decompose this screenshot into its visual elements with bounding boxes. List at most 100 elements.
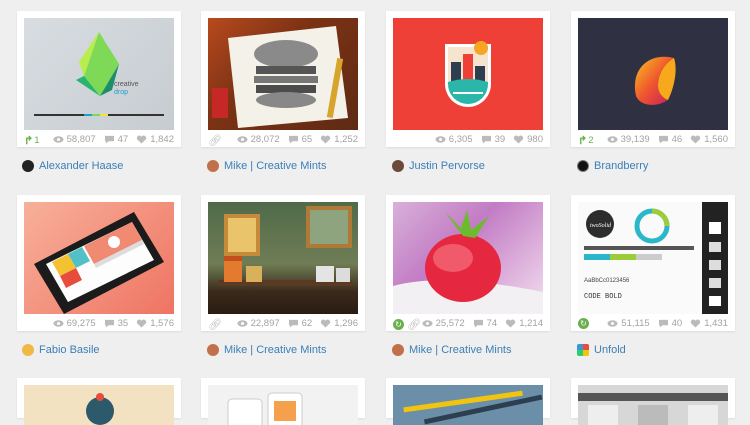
avatar [207, 160, 219, 172]
brand-logo-artwork [634, 56, 676, 105]
author-name[interactable]: Brandberry [594, 160, 648, 172]
shot-stats: 69,275 35 1,576 [24, 317, 174, 331]
author-name[interactable]: Fabio Basile [39, 344, 100, 356]
shot-card[interactable]: ↱ 2 39,139 46 1,560 [571, 11, 735, 147]
rebound-icon[interactable]: ↻ [393, 319, 404, 330]
eye-icon [422, 320, 433, 327]
heart-icon[interactable] [320, 319, 331, 328]
comments-count: 74 [486, 318, 498, 329]
views-count: 28,072 [250, 134, 280, 145]
shot-author[interactable]: Mike | Creative Mints [392, 344, 512, 356]
comment-icon [481, 135, 491, 144]
shot-thumbnail[interactable] [208, 385, 358, 425]
shot-card[interactable]: twoSolid AaBbCc0123456 CODE BOLD ↻ 51,11… [571, 195, 735, 331]
shot-thumbnail[interactable] [24, 385, 174, 425]
shot-card[interactable]: creative drop ↱ 1 58,807 47 1,842 [17, 11, 181, 147]
link-icon[interactable]: 🔗︎ [208, 318, 222, 331]
shot-thumbnail[interactable]: creative drop [24, 18, 174, 130]
rebound-icon: ↱ [24, 135, 34, 147]
city-badge-artwork [445, 41, 491, 107]
rebound-icon[interactable]: ↻ [578, 318, 589, 329]
shot-author[interactable]: Mike | Creative Mints [207, 344, 327, 356]
shot-author[interactable]: Mike | Creative Mints [207, 160, 327, 172]
comments-count: 47 [117, 134, 129, 145]
shot-stats: ↻ 51,115 40 1,431 [578, 317, 728, 331]
shot-card[interactable]: 69,275 35 1,576 [17, 195, 181, 331]
shot-author[interactable]: Brandberry [577, 160, 648, 172]
eye-icon [237, 136, 248, 143]
comment-icon [473, 319, 483, 328]
avatar [392, 160, 404, 172]
raspberry-artwork [393, 210, 543, 314]
interior-artwork [578, 393, 728, 425]
eye-icon [237, 320, 248, 327]
shot-thumbnail[interactable] [208, 18, 358, 130]
shot-author[interactable]: Unfold [577, 344, 626, 356]
shot-card[interactable] [571, 378, 735, 425]
comments-count: 40 [671, 318, 683, 329]
shot-card[interactable] [17, 378, 181, 425]
shot-thumbnail[interactable] [393, 18, 543, 130]
views-count: 25,572 [435, 318, 465, 329]
heart-icon[interactable] [505, 319, 516, 328]
author-name[interactable]: Mike | Creative Mints [224, 160, 327, 172]
heart-icon[interactable] [136, 319, 147, 328]
eye-icon [607, 136, 618, 143]
shot-card[interactable]: ↻ 🔗︎ 25,572 74 1,214 [386, 195, 550, 331]
likes-count: 1,214 [519, 318, 543, 329]
comments-count: 65 [301, 134, 313, 145]
shot-stats: ↱ 2 39,139 46 1,560 [578, 133, 728, 147]
avatar [392, 344, 404, 356]
author-name[interactable]: Alexander Haase [39, 160, 123, 172]
shot-thumbnail[interactable] [208, 202, 358, 314]
shot-card[interactable] [201, 378, 365, 425]
rebound-count[interactable]: ↱ 1 [24, 134, 40, 147]
shelf-jars-artwork [218, 206, 352, 286]
eye-icon [53, 320, 64, 327]
shot-stats: 🔗︎ 28,072 65 1,252 [208, 133, 358, 147]
shot-thumbnail[interactable] [24, 202, 174, 314]
shot-card[interactable]: 🔗︎ 28,072 65 1,252 [201, 11, 365, 147]
author-name[interactable]: Mike | Creative Mints [224, 344, 327, 356]
brand-word: twoSolid [590, 223, 612, 229]
heart-icon[interactable] [513, 135, 524, 144]
phones-artwork [227, 392, 303, 425]
shot-author[interactable]: Justin Pervorse [392, 160, 485, 172]
shot-thumbnail[interactable] [578, 18, 728, 130]
views-count: 58,807 [66, 134, 96, 145]
shot-card[interactable]: 6,305 39 980 [386, 11, 550, 147]
comments-count: 62 [301, 318, 313, 329]
eye-icon [53, 136, 64, 143]
comments-count: 39 [494, 134, 506, 145]
link-icon[interactable]: 🔗︎ [407, 318, 421, 331]
shot-card[interactable] [386, 378, 550, 425]
phone-app-artwork [34, 212, 164, 314]
rebound-count[interactable]: ↱ 2 [578, 134, 594, 147]
artwork-title-b: drop [114, 89, 128, 96]
shot-thumbnail[interactable] [578, 385, 728, 425]
author-name[interactable]: Justin Pervorse [409, 160, 485, 172]
heart-icon[interactable] [136, 135, 147, 144]
mono-label: CODE BOLD [584, 293, 622, 301]
link-icon[interactable]: 🔗︎ [208, 134, 222, 147]
heart-icon[interactable] [690, 319, 701, 328]
hex-label: AaBbCc0123456 [584, 278, 630, 284]
avatar [577, 160, 589, 172]
shot-thumbnail[interactable] [393, 385, 543, 425]
likes-count: 1,296 [334, 318, 358, 329]
comment-icon [288, 135, 298, 144]
author-name[interactable]: Mike | Creative Mints [409, 344, 512, 356]
shot-thumbnail[interactable] [393, 202, 543, 314]
heart-icon[interactable] [320, 135, 331, 144]
shot-thumbnail[interactable]: twoSolid AaBbCc0123456 CODE BOLD [578, 202, 728, 314]
views-count: 69,275 [66, 318, 96, 329]
heart-icon[interactable] [690, 135, 701, 144]
shot-author[interactable]: Fabio Basile [22, 344, 100, 356]
shot-author[interactable]: Alexander Haase [22, 160, 123, 172]
author-name[interactable]: Unfold [594, 344, 626, 356]
shot-card[interactable]: 🔗︎ 22,897 62 1,296 [201, 195, 365, 331]
likes-count: 1,576 [150, 318, 174, 329]
comment-icon [288, 319, 298, 328]
likes-count: 1,431 [704, 318, 728, 329]
comments-count: 46 [671, 134, 683, 145]
